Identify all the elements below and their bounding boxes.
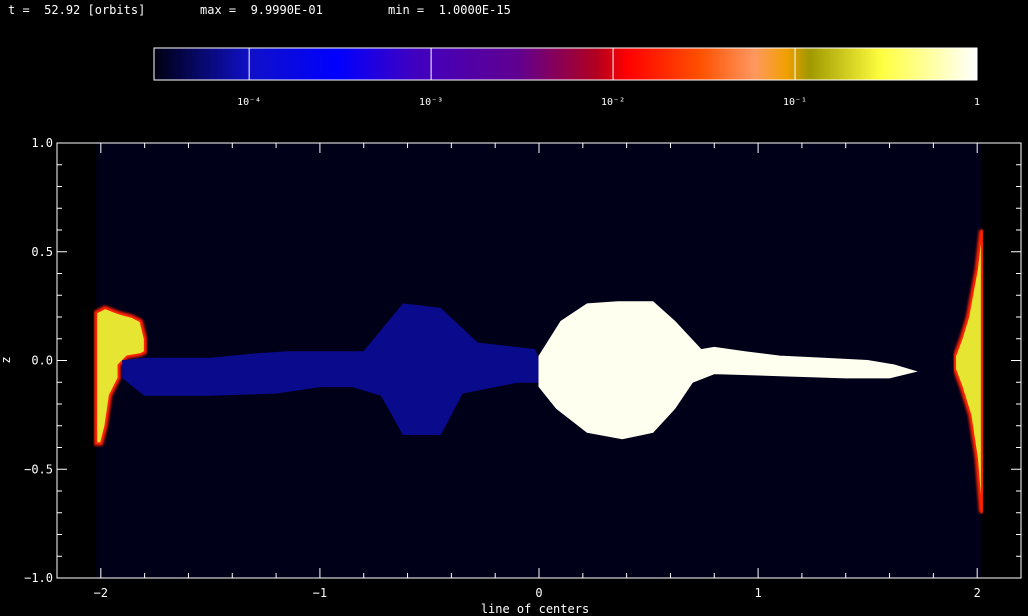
density-field bbox=[93, 143, 985, 578]
y-axis-label: z bbox=[0, 356, 13, 363]
colorbar-tick-label: 10⁻⁴ bbox=[237, 97, 261, 108]
x-tick-label: 2 bbox=[974, 586, 981, 600]
colorbar-tick-labels: 10⁻⁴ 10⁻³ 10⁻² 10⁻¹ 1 bbox=[237, 97, 980, 108]
colorbar-bar bbox=[153, 47, 978, 81]
x-tick-label: 0 bbox=[535, 586, 542, 600]
y-tick-label: −0.5 bbox=[24, 462, 53, 476]
colorbar-tick-label: 10⁻¹ bbox=[783, 97, 807, 108]
colorbar bbox=[153, 47, 978, 81]
x-tick-label: 1 bbox=[754, 586, 761, 600]
y-tick-label: −1.0 bbox=[24, 571, 53, 585]
x-tick-label: −1 bbox=[313, 586, 327, 600]
x-tick-label: −2 bbox=[94, 586, 108, 600]
y-tick-label: 0.0 bbox=[31, 354, 53, 368]
colorbar-tick-label: 10⁻² bbox=[601, 97, 625, 108]
y-tick-label: 1.0 bbox=[31, 136, 53, 150]
y-tick-label: 0.5 bbox=[31, 245, 53, 259]
x-axis-label: line of centers bbox=[481, 602, 589, 616]
colorbar-tick-label: 10⁻³ bbox=[419, 97, 443, 108]
colorbar-tick-label: 1 bbox=[974, 97, 980, 108]
density-plot: 10⁻⁴ 10⁻³ 10⁻² 10⁻¹ 1 −2 −1 0 1 2 −1.0 −0.5 0.0 0.5 1… bbox=[0, 47, 1022, 616]
